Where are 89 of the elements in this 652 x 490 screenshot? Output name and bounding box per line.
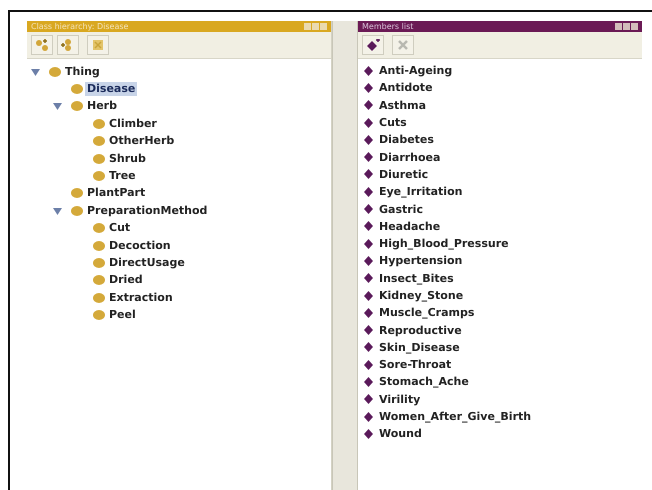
class-icon [71, 206, 83, 216]
panel-title: Members list [362, 21, 414, 32]
class-icon [71, 84, 83, 94]
add-subclass-button[interactable] [31, 35, 53, 55]
individual-icon [364, 394, 373, 404]
member-item[interactable]: Diuretic [379, 168, 428, 181]
class-icon [93, 310, 105, 320]
member-item[interactable]: Hypertension [379, 254, 462, 268]
class-icon [93, 275, 105, 286]
individual-icon [364, 152, 373, 162]
individual-icon [364, 169, 373, 180]
class-tree-item[interactable]: OtherHerb [107, 134, 176, 148]
class-tree-item[interactable]: Tree [107, 169, 138, 184]
class-tree-item[interactable]: Shrub [107, 152, 148, 166]
individual-icon [364, 134, 373, 145]
individual-icon [364, 256, 373, 266]
individual-icon [364, 118, 373, 128]
class-icon [71, 101, 83, 112]
class-tree-item[interactable]: PreparationMethod [85, 204, 210, 218]
class-tree-item[interactable]: Extraction [107, 290, 175, 305]
individual-icon [364, 325, 373, 336]
member-item[interactable]: Virility [379, 392, 420, 406]
class-tree-item[interactable]: Cut [107, 221, 132, 236]
class-tree-item[interactable]: Disease [85, 82, 138, 96]
add-individual-icon [366, 39, 380, 51]
individual-icon [364, 290, 373, 300]
delete-icon [397, 39, 409, 51]
window-controls-icon[interactable] [615, 23, 638, 30]
member-item[interactable]: Diabetes [379, 133, 434, 146]
class-icon [93, 258, 105, 268]
member-item[interactable]: Muscle_Cramps [379, 306, 474, 320]
class-icon [93, 223, 105, 234]
member-item[interactable]: Reproductive [379, 324, 462, 337]
member-item[interactable]: Diarrhoea [379, 150, 440, 164]
delete-class-button[interactable] [87, 35, 109, 55]
member-item[interactable]: Women_After_Give_Birth [379, 410, 532, 424]
member-item[interactable]: Eye_Irritation [379, 185, 462, 198]
member-item[interactable]: Insect_Bites [379, 272, 454, 285]
individual-icon [364, 186, 373, 197]
individual-icon [364, 221, 373, 232]
individual-icon [364, 238, 373, 249]
class-icon [93, 292, 105, 303]
delete-member-button[interactable] [392, 35, 414, 55]
class-tree-item[interactable]: PlantPart [85, 186, 148, 200]
individual-icon [364, 412, 373, 422]
individual-icon [364, 342, 373, 352]
add-member-button[interactable] [362, 35, 384, 55]
member-item[interactable]: Antidote [379, 81, 433, 94]
member-item[interactable]: Skin_Disease [379, 340, 460, 354]
member-item[interactable]: Wound [379, 427, 422, 440]
individual-icon [364, 428, 373, 439]
class-icon [93, 118, 105, 129]
class-icon [93, 171, 105, 182]
member-item[interactable]: Headache [379, 220, 440, 233]
expand-toggle-icon[interactable] [53, 102, 65, 110]
class-icon [49, 66, 61, 77]
class-tree-item[interactable]: Dried [107, 273, 145, 288]
class-tree-item[interactable]: Herb [85, 99, 119, 114]
member-item[interactable]: Kidney_Stone [379, 289, 464, 302]
class-icon [93, 136, 105, 146]
member-item[interactable]: High_Blood_Pressure [379, 237, 509, 250]
add-sibling-button[interactable] [57, 35, 79, 55]
class-tree-item[interactable]: Decoction [107, 238, 173, 253]
member-item[interactable]: Sore-Throat [379, 358, 452, 372]
individual-icon [364, 66, 373, 76]
add-subclass-icon [35, 39, 49, 51]
individual-icon [364, 273, 373, 284]
individual-icon [364, 360, 373, 370]
class-tree-item[interactable]: Thing [63, 64, 102, 79]
member-item[interactable]: Anti-Ageing [379, 64, 452, 78]
individual-icon [364, 308, 373, 318]
expand-toggle-icon[interactable] [31, 68, 43, 76]
member-item[interactable]: Stomach_Ache [379, 375, 469, 388]
class-icon [71, 188, 83, 198]
class-tree-item[interactable]: Peel [107, 308, 138, 322]
member-item[interactable]: Asthma [379, 98, 426, 112]
individual-icon [364, 100, 373, 110]
class-tree-item[interactable]: DirectUsage [107, 256, 187, 270]
member-item[interactable]: Gastric [379, 202, 423, 216]
delete-icon [92, 39, 104, 51]
panel-title: Class hierarchy: Disease [31, 21, 128, 32]
class-icon [93, 154, 105, 164]
class-tree-item[interactable]: Climber [107, 116, 159, 131]
individual-icon [364, 376, 373, 387]
individual-icon [364, 204, 373, 214]
class-icon [93, 240, 105, 251]
expand-toggle-icon[interactable] [53, 206, 65, 215]
member-item[interactable]: Cuts [379, 116, 407, 130]
individual-icon [364, 82, 373, 93]
